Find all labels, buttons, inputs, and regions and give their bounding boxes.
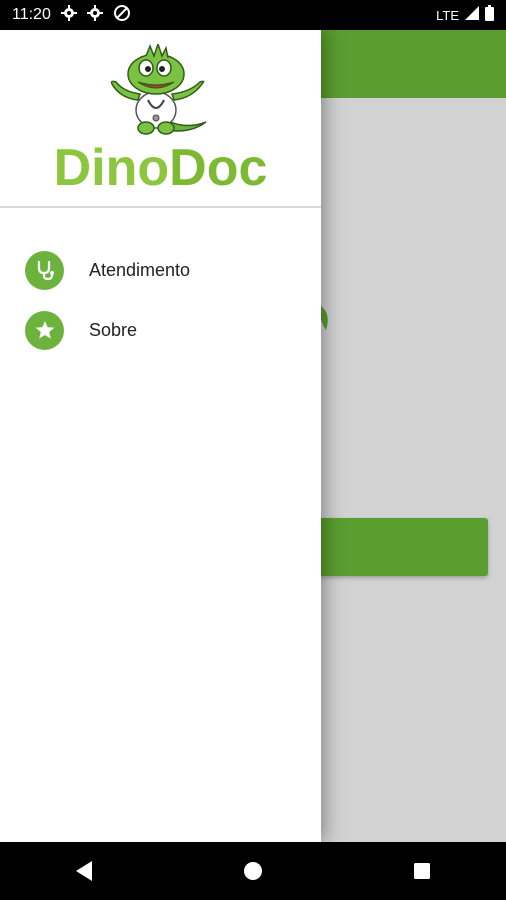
data-saver-icon (113, 4, 131, 27)
status-bar: 11:20 LTE (0, 0, 506, 30)
home-icon[interactable] (223, 851, 283, 891)
navigation-drawer: DinoDoc Atendimento Sobre (0, 30, 321, 842)
network-type: LTE (436, 7, 459, 23)
gear-icon (60, 4, 77, 26)
menu-item-label: Sobre (89, 319, 138, 340)
recents-icon[interactable] (392, 851, 452, 891)
status-right: LTE (436, 4, 494, 26)
star-icon (25, 310, 64, 350)
back-icon[interactable] (54, 851, 114, 891)
logo-text-dino: Dino (53, 139, 170, 197)
app-logo-text: DinoDoc (0, 138, 321, 198)
menu-item-label: Atendimento (89, 259, 191, 280)
menu-item-sobre[interactable]: Sobre (0, 300, 321, 360)
gear-icon (86, 4, 103, 26)
battery-icon (485, 4, 494, 26)
system-nav-bar (0, 842, 506, 900)
logo-text-doc: Doc (169, 139, 268, 197)
menu-item-atendimento[interactable]: Atendimento (0, 240, 321, 300)
dinosaur-doctor-mascot-icon (110, 44, 207, 135)
signal-icon (465, 5, 479, 25)
stethoscope-icon (25, 250, 64, 290)
drawer-menu: Atendimento Sobre (0, 240, 321, 360)
drawer-header: DinoDoc (0, 30, 321, 208)
status-time: 11:20 (12, 6, 51, 23)
status-left: 11:20 (12, 4, 131, 27)
